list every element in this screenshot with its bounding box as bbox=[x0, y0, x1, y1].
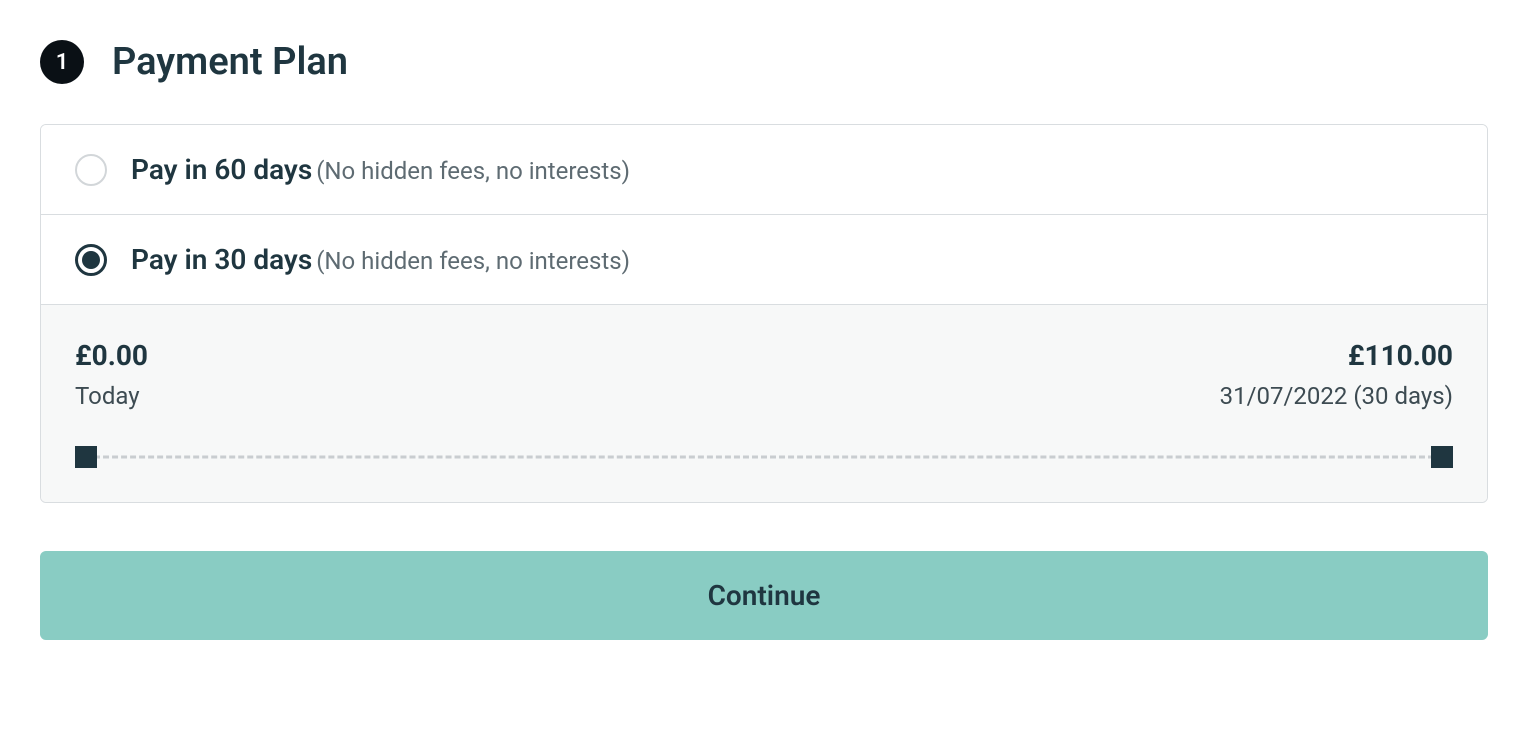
payment-options-box: Pay in 60 days (No hidden fees, no inter… bbox=[40, 124, 1488, 503]
start-amount: £0.00 bbox=[75, 339, 148, 372]
option-text: Pay in 30 days (No hidden fees, no inter… bbox=[131, 243, 630, 276]
schedule-start: £0.00 Today bbox=[75, 339, 148, 410]
timeline bbox=[75, 446, 1453, 468]
schedule-end: £110.00 31/07/2022 (30 days) bbox=[1220, 339, 1453, 410]
option-subtext: (No hidden fees, no interests) bbox=[316, 157, 630, 185]
option-text: Pay in 60 days (No hidden fees, no inter… bbox=[131, 153, 630, 186]
payment-schedule: £0.00 Today £110.00 31/07/2022 (30 days) bbox=[41, 305, 1487, 502]
radio-selected-icon bbox=[75, 244, 107, 276]
option-subtext: (No hidden fees, no interests) bbox=[316, 247, 630, 275]
page-title: Payment Plan bbox=[112, 40, 348, 84]
option-pay-30-days[interactable]: Pay in 30 days (No hidden fees, no inter… bbox=[41, 215, 1487, 305]
step-number-badge: 1 bbox=[40, 40, 84, 84]
end-amount: £110.00 bbox=[1220, 339, 1453, 372]
schedule-amounts-row: £0.00 Today £110.00 31/07/2022 (30 days) bbox=[75, 339, 1453, 410]
radio-unselected-icon bbox=[75, 154, 107, 186]
option-pay-60-days[interactable]: Pay in 60 days (No hidden fees, no inter… bbox=[41, 125, 1487, 215]
step-header: 1 Payment Plan bbox=[40, 40, 1488, 84]
option-label: Pay in 30 days bbox=[131, 243, 312, 276]
option-label: Pay in 60 days bbox=[131, 153, 312, 186]
start-label: Today bbox=[75, 382, 148, 410]
continue-button[interactable]: Continue bbox=[40, 551, 1488, 640]
timeline-start-marker-icon bbox=[75, 446, 97, 468]
end-label: 31/07/2022 (30 days) bbox=[1220, 382, 1453, 410]
timeline-end-marker-icon bbox=[1431, 446, 1453, 468]
timeline-line-icon bbox=[85, 456, 1443, 459]
